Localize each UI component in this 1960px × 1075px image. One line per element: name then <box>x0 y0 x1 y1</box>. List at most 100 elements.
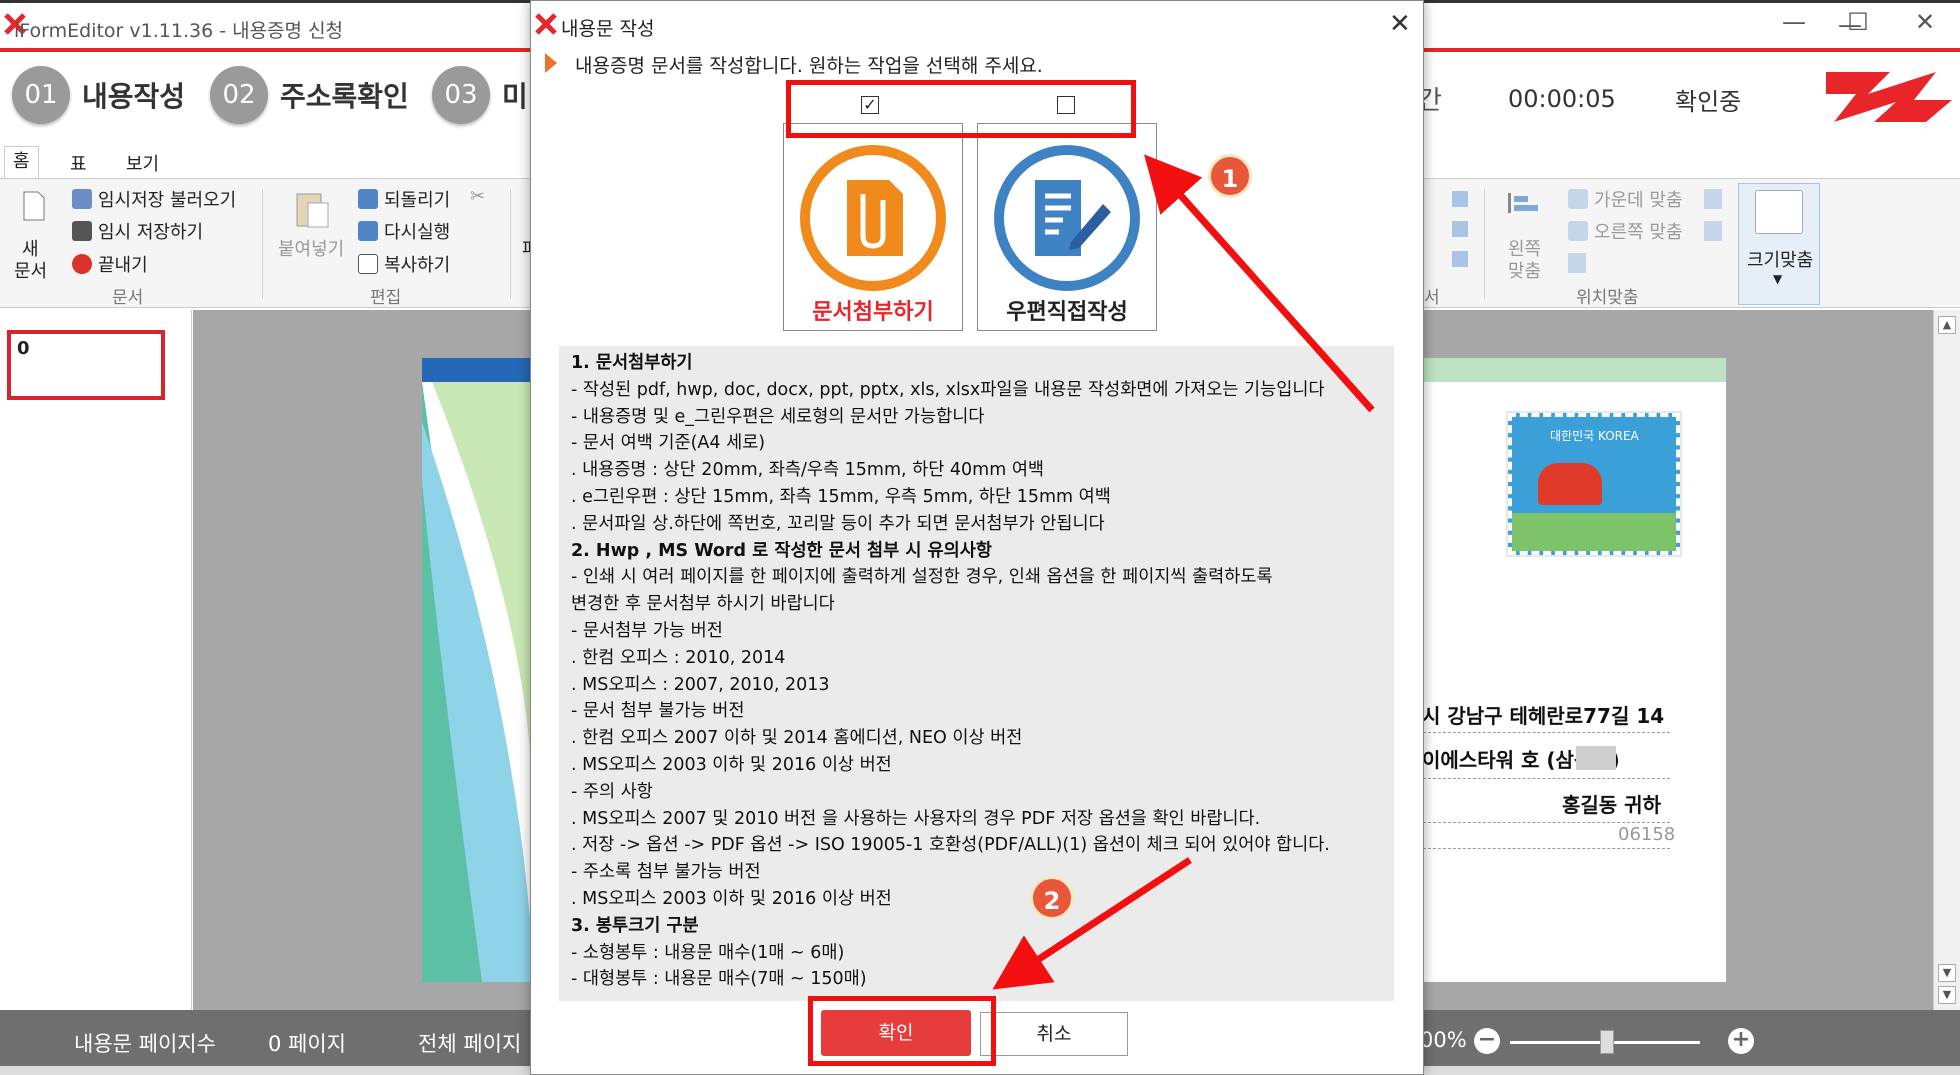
document-pen-icon <box>994 145 1140 291</box>
align-middle-icon[interactable] <box>1704 221 1722 241</box>
info-line: . 내용증명 : 상단 20mm, 좌측/우측 15mm, 하단 40mm 여백 <box>571 460 1045 481</box>
total-pages-label: 전체 페이지 <box>418 1032 522 1056</box>
step-3[interactable]: 03 미 <box>432 66 528 124</box>
align-left-icon[interactable] <box>1506 191 1546 215</box>
new-document-icon[interactable] <box>22 191 46 221</box>
step-2[interactable]: 02 주소록확인 <box>210 66 409 124</box>
highlight-checkboxes <box>786 80 1136 138</box>
info-line: . MS오피스 2003 이하 및 2016 이상 버전 <box>571 888 892 909</box>
align-bottom-icon[interactable] <box>1568 253 1586 273</box>
status-label: 확인중 <box>1675 88 1742 116</box>
save-icon <box>72 221 92 241</box>
info-line: 변경한 후 문서첨부 하시기 바랍니다 <box>571 594 835 615</box>
chevron-down-icon: ▼ <box>1773 272 1783 286</box>
step-label: 내용작성 <box>82 80 186 113</box>
close-icon[interactable]: ✕ <box>1389 9 1411 39</box>
option-compose-directly[interactable]: 우편직접작성 <box>977 123 1157 331</box>
step-number: 03 <box>432 66 490 124</box>
redo-button[interactable]: 다시실행 <box>358 218 450 244</box>
postage-stamp: 대한민국 KOREA <box>1506 411 1682 557</box>
close-document-button[interactable]: 끝내기 <box>72 251 148 277</box>
tab-table[interactable]: 표 <box>70 150 87 176</box>
info-line: . 저장 -> 옵션 -> PDF 옵션 -> ISO 19005-1 호환성(… <box>571 835 1330 856</box>
zoom-out-icon[interactable]: − <box>1474 1028 1500 1054</box>
step-badge-1: 1 <box>1208 154 1252 198</box>
highlight-ok-button <box>808 996 996 1066</box>
info-line: . e그린우편 : 상단 15mm, 좌측 15mm, 우측 5mm, 하단 1… <box>571 486 1111 507</box>
step-1[interactable]: 01 내용작성 <box>12 66 185 124</box>
app-title: iFormEditor v1.11.36 - 내용증명 신청 <box>14 20 344 42</box>
info-line: . 한컴 오피스 2007 이하 및 2014 홈에디션, NEO 이상 버전 <box>571 728 1023 749</box>
recipient-name[interactable]: 홍길동 귀하 <box>1562 789 1661 818</box>
zoom-value: 00% <box>1420 1028 1467 1052</box>
close-icon[interactable]: ✕ <box>1905 8 1945 36</box>
info-line: - 문서 여백 기준(A4 세로) <box>571 433 766 454</box>
scroll-down-icon[interactable]: ▼ <box>1938 964 1956 982</box>
info-line: - 내용증명 및 e_그린우편은 세로형의 문서만 가능합니다 <box>571 406 985 427</box>
fit-size-icon <box>1755 190 1803 234</box>
vertical-scrollbar[interactable]: ▲ ▼ ▼ <box>1933 310 1960 1010</box>
zoom-slider-thumb[interactable] <box>1600 1030 1614 1054</box>
info-line: - 소형봉투 : 내용문 매수(1매 ~ 6매) <box>571 942 845 963</box>
tab-view[interactable]: 보기 <box>126 150 159 176</box>
group-label-edit: 편집 <box>370 288 402 308</box>
step-label: 주소록확인 <box>280 80 409 113</box>
info-panel: 1. 문서첨부하기 - 작성된 pdf, hwp, doc, docx, ppt… <box>559 346 1394 1001</box>
align-left-label-2[interactable]: 맞춤 <box>1508 257 1541 283</box>
step-badge-2: 2 <box>1030 876 1074 920</box>
copy-button[interactable]: 복사하기 <box>358 251 450 277</box>
arrange-icon[interactable] <box>1452 191 1468 207</box>
align-right-icon <box>1568 221 1588 241</box>
info-line: - 대형봉투 : 내용문 매수(7매 ~ 150매) <box>571 969 867 990</box>
group-label-document: 문서 <box>112 288 144 308</box>
step-number: 01 <box>12 66 70 124</box>
zoom-in-icon[interactable]: + <box>1728 1028 1754 1054</box>
page-thumbnail-panel: 0 <box>0 310 192 1010</box>
info-line: . MS오피스 : 2007, 2010, 2013 <box>571 674 830 695</box>
align-right-button[interactable]: 오른쪽 맞춤 <box>1568 218 1683 244</box>
info-line: . 한컴 오피스 : 2010, 2014 <box>571 647 786 668</box>
tab-home[interactable]: 홈 <box>4 146 39 178</box>
paste-button[interactable]: 붙여넣기 <box>278 235 344 261</box>
dialog-instruction: 내용증명 문서를 작성합니다. 원하는 작업을 선택해 주세요. <box>575 55 1043 77</box>
mailbox-icon <box>1538 463 1602 505</box>
maximize-icon[interactable]: ☐ <box>1838 8 1878 36</box>
new-document-label-2[interactable]: 문서 <box>14 257 47 283</box>
info-line: . 문서파일 상.하단에 쪽번호, 꼬리말 등이 추가 되면 문서첨부가 안됩니… <box>571 513 1105 534</box>
scroll-up-icon[interactable]: ▲ <box>1938 316 1956 334</box>
minimize-icon[interactable]: — <box>1774 8 1814 36</box>
align-center-button[interactable]: 가운데 맞춤 <box>1568 186 1683 212</box>
cut-icon[interactable]: ✂ <box>470 186 485 207</box>
scroll-down-icon[interactable]: ▼ <box>1938 986 1956 1004</box>
save-temp-button[interactable]: 임시 저장하기 <box>72 218 203 244</box>
align-top-icon[interactable] <box>1704 189 1722 209</box>
step-number: 02 <box>210 66 268 124</box>
step-label: 미 <box>502 80 528 113</box>
address-line-1[interactable]: 시 강남구 테헤란로77길 14 <box>1422 700 1664 729</box>
thumbnail-number: 0 <box>17 338 30 359</box>
paste-icon[interactable] <box>294 189 330 229</box>
close-circle-icon <box>72 254 92 274</box>
option-compose-label: 우편직접작성 <box>1006 300 1128 325</box>
info-line: - 문서첨부 가능 버전 <box>571 620 723 641</box>
info-line: - 문서 첨부 불가능 버전 <box>571 701 745 722</box>
cancel-button[interactable]: 취소 <box>980 1012 1128 1056</box>
undo-button[interactable]: 되돌리기 <box>358 186 450 212</box>
fit-size-button[interactable]: 크기맞춤 ▼ <box>1738 183 1820 305</box>
info-line: 2. Hwp , MS Word 로 작성한 문서 첨부 시 유의사항 <box>571 540 992 561</box>
redo-icon <box>358 221 378 241</box>
stamp-text: 대한민국 KOREA <box>1550 429 1639 443</box>
zip-code[interactable]: 06158 <box>1618 824 1675 845</box>
info-line: - 인쇄 시 여러 페이지를 한 페이지에 출력하게 설정한 경우, 인쇄 옵션… <box>571 567 1273 588</box>
load-temp-button[interactable]: 임시저장 불러오기 <box>72 186 236 212</box>
brand-logo-icon <box>1826 72 1952 122</box>
info-line: - 주소록 첨부 불가능 버전 <box>571 862 761 883</box>
arrange-icon[interactable] <box>1452 221 1468 237</box>
paperclip-document-icon <box>800 145 946 291</box>
option-attach-document[interactable]: 문서첨부하기 <box>783 123 963 331</box>
fit-size-label: 크기맞춤 <box>1747 250 1814 271</box>
group-label-position: 위치맞춤 <box>1576 288 1639 308</box>
align-center-icon <box>1568 189 1588 209</box>
arrange-icon[interactable] <box>1452 251 1468 267</box>
page-thumbnail[interactable]: 0 <box>7 330 165 400</box>
